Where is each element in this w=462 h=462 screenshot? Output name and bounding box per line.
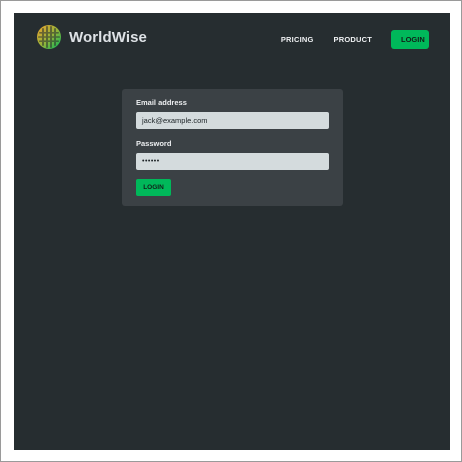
- logo[interactable]: WorldWise: [36, 24, 147, 50]
- password-label: Password: [136, 139, 172, 148]
- login-submit-button[interactable]: LOGIN: [136, 179, 171, 196]
- nav-login-button[interactable]: LOGIN: [391, 30, 429, 49]
- nav-link-product[interactable]: PRODUCT: [334, 35, 372, 44]
- password-value: ••••••: [142, 158, 160, 165]
- brand-name: WorldWise: [69, 28, 147, 46]
- password-field[interactable]: ••••••: [136, 153, 329, 170]
- app-window: WorldWise PRICING PRODUCT LOGIN Email ad…: [14, 13, 450, 450]
- email-field[interactable]: jack@example.com: [136, 112, 329, 129]
- screenshot-frame: WorldWise PRICING PRODUCT LOGIN Email ad…: [0, 0, 462, 462]
- worldwise-logo-icon: [36, 24, 62, 50]
- login-form: Email address jack@example.com Password …: [122, 89, 343, 206]
- nav-link-pricing[interactable]: PRICING: [281, 35, 314, 44]
- email-label: Email address: [136, 98, 187, 107]
- email-value: jack@example.com: [142, 116, 208, 125]
- top-nav: PRICING PRODUCT LOGIN: [281, 30, 429, 49]
